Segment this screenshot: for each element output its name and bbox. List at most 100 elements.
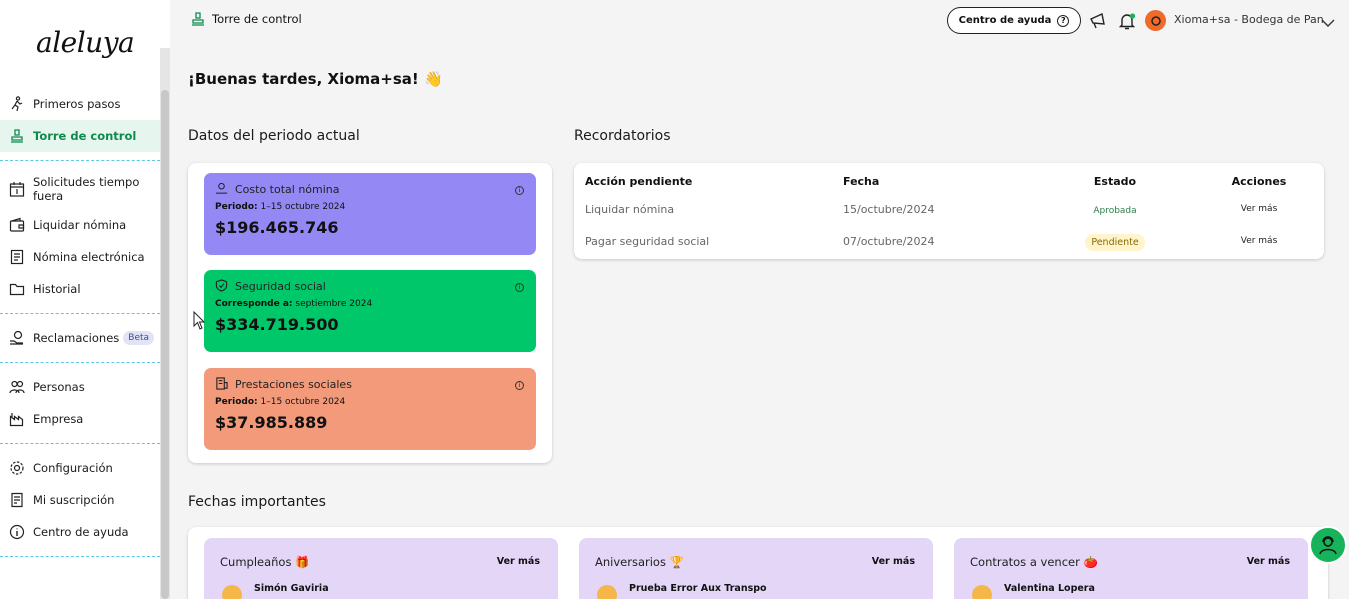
receipt-icon (215, 377, 229, 391)
column-header: Fecha (843, 174, 880, 188)
status-text: Aprobada (1093, 205, 1137, 216)
money-hand-icon (215, 182, 229, 196)
gear-icon (8, 459, 26, 477)
table-cell: 15/octubre/2024 (843, 202, 935, 216)
status-badge: Aprobada (1082, 203, 1148, 216)
calendar-icon (8, 180, 26, 198)
user-menu-label[interactable]: Xioma+sa - Bodega de Pan (1174, 13, 1324, 26)
sidebar-item-torre-de-control[interactable]: Torre de control (0, 120, 160, 152)
card-subtitle-label: Corresponde a: (215, 299, 293, 309)
column-header: Acciones (1231, 174, 1287, 188)
sidebar-item-nomina-electronica[interactable]: Nómina electrónica (0, 241, 160, 273)
card-title: Cumpleaños 🎁 (220, 555, 310, 569)
card-header: Seguridad social (215, 279, 525, 293)
sidebar-item-label: Nómina electrónica (33, 250, 145, 264)
sidebar-item-mi-suscripcion[interactable]: Mi suscripción (0, 484, 160, 516)
sidebar-item-label: Primeros pasos (33, 97, 121, 111)
column-header: Estado (1093, 174, 1137, 188)
help-center-button[interactable]: Centro de ayuda ? (947, 7, 1081, 34)
greeting: ¡Buenas tardes, Xioma+sa! 👋 (188, 70, 443, 88)
megaphone-icon[interactable] (1087, 10, 1109, 32)
sidebar-item-label: Centro de ayuda (33, 525, 129, 539)
sidebar-item-historial[interactable]: Historial (0, 273, 160, 305)
reminders-table: Acción pendiente Fecha Estado Acciones L… (574, 163, 1324, 259)
card-title: Seguridad social (235, 279, 326, 293)
sidebar-item-reclamaciones[interactable]: Reclamaciones Beta (0, 322, 160, 354)
sidebar-item-primeros-pasos[interactable]: Primeros pasos (0, 88, 160, 120)
ver-mas-link[interactable]: Ver más (872, 556, 915, 567)
help-center-label: Centro de ayuda (958, 15, 1052, 26)
beta-badge: Beta (123, 331, 155, 345)
receipt-icon (8, 491, 26, 509)
list-item[interactable]: Prueba Error Aux Transpo (597, 583, 767, 599)
sidebar-item-label: Historial (33, 282, 81, 296)
scrollbar-thumb[interactable] (161, 90, 169, 599)
logo[interactable]: aleluya (36, 26, 135, 59)
hand-money-icon (8, 329, 26, 347)
bell-icon[interactable] (1116, 10, 1138, 32)
sidebar-item-solicitudes[interactable]: Solicitudes tiempo fuera (0, 169, 160, 209)
social-benefits-card[interactable]: Prestaciones sociales i Periodo: 1–15 oc… (204, 368, 536, 450)
table-cell: Liquidar nómina (585, 202, 675, 216)
period-panel: Costo total nómina i Periodo: 1–15 octub… (188, 163, 552, 463)
sidebar-item-label: Mi suscripción (33, 493, 115, 507)
sidebar-item-label: Configuración (33, 461, 113, 475)
sidebar-item-configuracion[interactable]: Configuración (0, 452, 160, 484)
divider (0, 362, 160, 363)
stamp-icon (190, 11, 206, 27)
payroll-cost-card[interactable]: Costo total nómina i Periodo: 1–15 octub… (204, 173, 536, 255)
card-subtitle: Corresponde a: septiembre 2024 (215, 299, 525, 309)
dates-section-title: Fechas importantes (188, 494, 326, 510)
sidebar-item-label: Solicitudes tiempo fuera (33, 175, 140, 203)
ver-mas-link[interactable]: Ver más (497, 556, 540, 567)
shield-icon (215, 279, 229, 293)
person-name: Prueba Error Aux Transpo (629, 583, 767, 594)
sidebar-item-centro-de-ayuda[interactable]: Centro de ayuda (0, 516, 160, 548)
document-icon (8, 248, 26, 266)
avatar (597, 585, 617, 599)
card-title: Aniversarios 🏆 (595, 555, 684, 569)
info-icon[interactable]: i (515, 186, 524, 195)
social-security-card[interactable]: Seguridad social i Corresponde a: septie… (204, 270, 536, 352)
divider (0, 443, 160, 444)
sidebar-item-label: Torre de control (33, 129, 137, 143)
factory-icon (8, 410, 26, 428)
divider (0, 313, 160, 314)
avatar (972, 585, 992, 599)
table-cell: Pagar seguridad social (585, 234, 710, 248)
question-icon: ? (1057, 14, 1070, 27)
card-header: Costo total nómina (215, 182, 525, 196)
ver-mas-link[interactable]: Ver más (1228, 236, 1290, 246)
info-icon[interactable]: i (515, 283, 524, 292)
support-chat-button[interactable] (1309, 526, 1347, 564)
sidebar-item-empresa[interactable]: Empresa (0, 403, 160, 435)
card-subtitle-value: septiembre 2024 (295, 299, 373, 309)
info-icon[interactable]: i (515, 381, 524, 390)
folder-icon (8, 280, 26, 298)
stamp-icon (8, 127, 26, 145)
avatar[interactable] (1145, 10, 1166, 31)
list-item[interactable]: Valentina Lopera (972, 583, 1095, 599)
person-name: Valentina Lopera (1004, 583, 1095, 594)
card-amount: $37.985.889 (215, 413, 328, 432)
sidebar-item-label: Empresa (33, 412, 84, 426)
card-title: Prestaciones sociales (235, 377, 352, 391)
table-header: Acción pendiente Fecha Estado Acciones (574, 171, 1324, 191)
ver-mas-link[interactable]: Ver más (1228, 204, 1290, 214)
anniversaries-card: Aniversarios 🏆 Ver más Prueba Error Aux … (579, 538, 933, 599)
sidebar-item-liquidar-nomina[interactable]: Liquidar nómina (0, 209, 160, 241)
status-text: Pendiente (1085, 233, 1145, 251)
chevron-down-icon[interactable] (1321, 13, 1335, 32)
sidebar-scrollbar[interactable] (160, 48, 170, 599)
period-section-title: Datos del periodo actual (188, 128, 360, 144)
table-row: Pagar seguridad social 07/octubre/2024 P… (574, 227, 1324, 255)
card-subtitle: Periodo: 1–15 octubre 2024 (215, 202, 525, 212)
list-item[interactable]: Simón Gaviria (222, 583, 329, 599)
divider (0, 556, 160, 557)
sidebar-item-personas[interactable]: Personas (0, 371, 160, 403)
breadcrumb: Torre de control (190, 11, 302, 27)
info-icon (8, 523, 26, 541)
sidebar-item-label: Liquidar nómina (33, 218, 127, 232)
ver-mas-link[interactable]: Ver más (1247, 556, 1290, 567)
mouse-cursor (193, 310, 206, 335)
